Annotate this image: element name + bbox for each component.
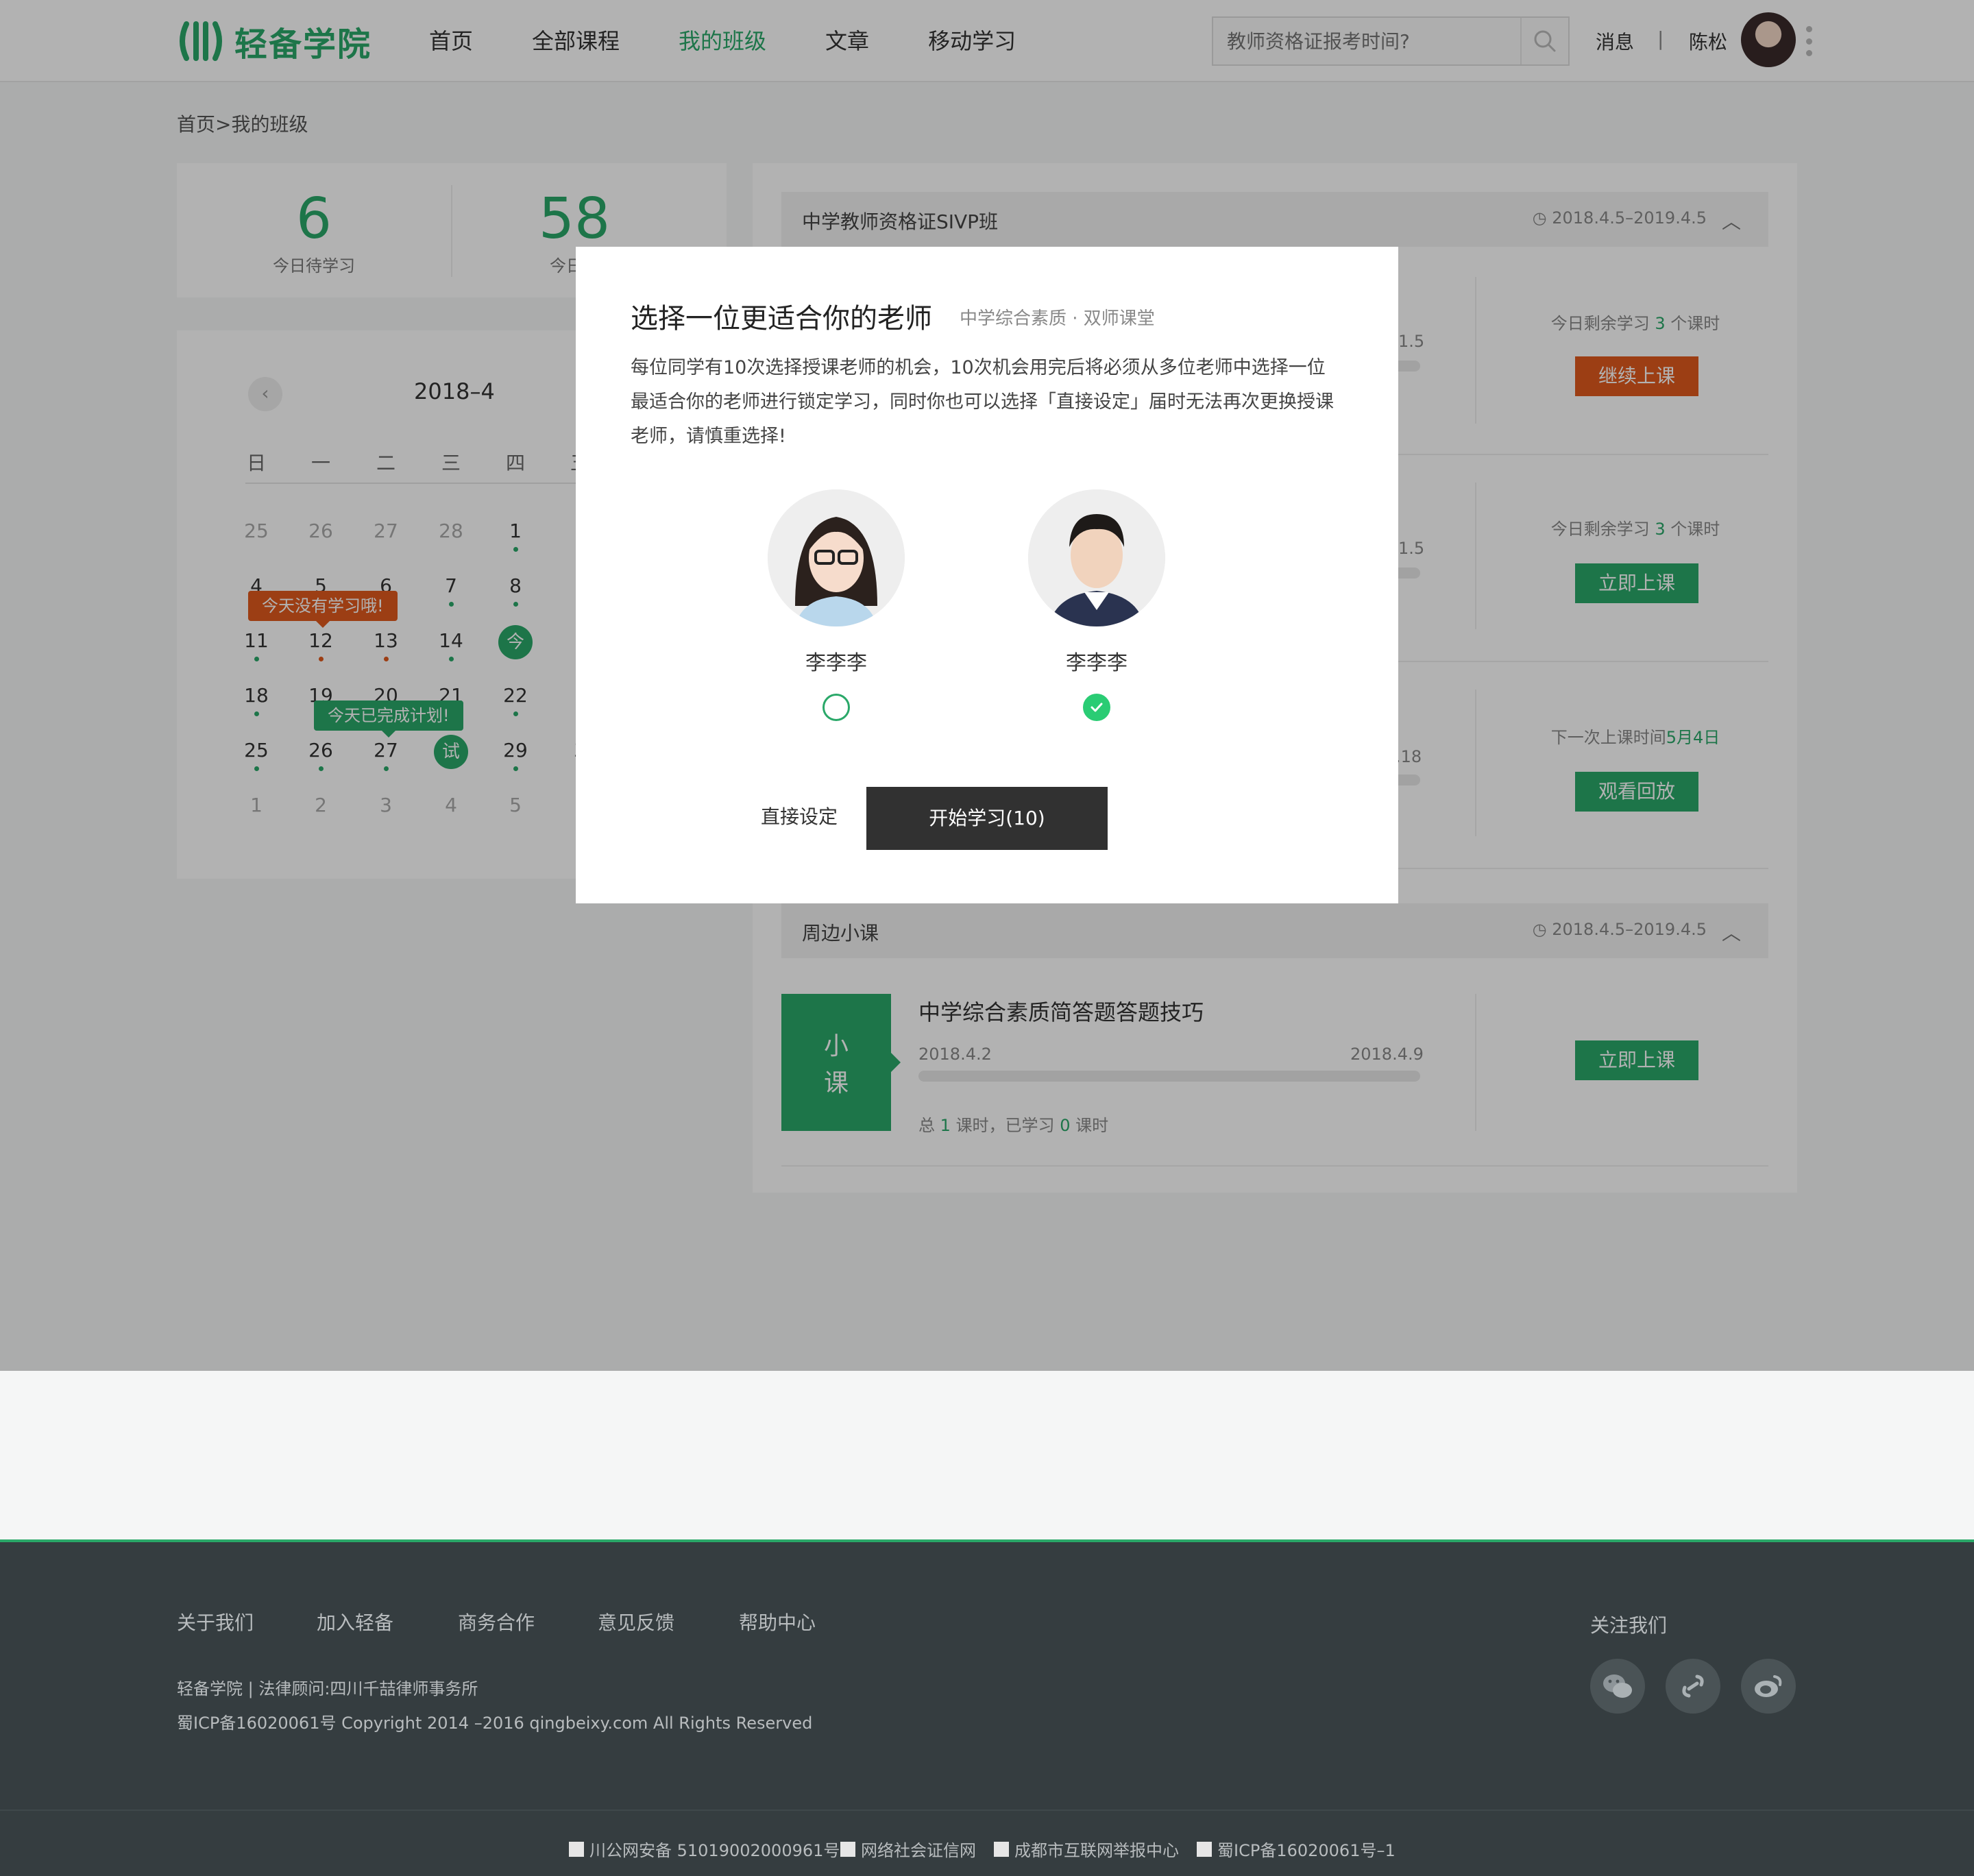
modal-subtitle: 中学综合素质 · 双师课堂: [960, 308, 1155, 329]
footer-link-help[interactable]: 帮助中心: [739, 1608, 816, 1635]
badge-icon: [840, 1841, 855, 1857]
modal-title: 选择一位更适合你的老师: [631, 303, 932, 334]
footer-badge[interactable]: 蜀ICP备16020061号–1: [1197, 1837, 1396, 1861]
badge-icon: [569, 1841, 584, 1857]
badge-label: 川公网安备 51019002000961号: [589, 1841, 840, 1860]
footer-link-business[interactable]: 商务合作: [458, 1608, 535, 1635]
teacher-name: 李李李: [805, 651, 867, 675]
link-icon[interactable]: [1666, 1659, 1720, 1714]
badge-icon: [994, 1841, 1009, 1857]
footer-badge[interactable]: 川公网安备 51019002000961号: [569, 1837, 840, 1861]
footer-legal: 轻备学院 | 法律顾问:四川千喆律师事务所: [177, 1679, 478, 1698]
footer-badge[interactable]: 成都市互联网举报中心: [994, 1837, 1179, 1861]
footer-divider: [0, 1810, 1974, 1811]
footer-link-about[interactable]: 关于我们: [177, 1608, 254, 1635]
weibo-icon[interactable]: [1741, 1659, 1796, 1714]
footer-copyright: 蜀ICP备16020061号 Copyright 2014 –2016 qing…: [177, 1714, 813, 1733]
start-learning-button[interactable]: 开始学习(10): [866, 787, 1108, 850]
modal-description: 每位同学有10次选择授课老师的机会，10次机会用完后将必须从多位老师中选择一位最…: [631, 357, 1334, 447]
teacher-avatar: [768, 489, 905, 626]
footer-link-join[interactable]: 加入轻备: [317, 1608, 393, 1635]
badge-label: 成都市互联网举报中心: [1014, 1841, 1179, 1860]
choose-teacher-modal: 选择一位更适合你的老师 中学综合素质 · 双师课堂 每位同学有10次选择授课老师…: [576, 247, 1398, 903]
checkmark-icon: [1090, 703, 1103, 712]
badge-icon: [1197, 1841, 1212, 1857]
follow-us-label: 关注我们: [1590, 1614, 1668, 1637]
teacher-name: 李李李: [1066, 651, 1128, 675]
footer-link-feedback[interactable]: 意见反馈: [598, 1608, 674, 1635]
teacher-option-1[interactable]: 李李李: [761, 489, 912, 721]
direct-set-button[interactable]: 直接设定: [761, 802, 838, 829]
badge-label: 蜀ICP备16020061号–1: [1217, 1841, 1396, 1860]
badge-label: 网络社会证信网: [861, 1841, 976, 1860]
teacher-option-2[interactable]: 李李李: [1021, 489, 1172, 721]
teacher-radio[interactable]: [822, 694, 850, 721]
wechat-icon[interactable]: [1590, 1659, 1645, 1714]
teacher-radio-selected[interactable]: [1083, 694, 1110, 721]
teacher-avatar: [1028, 489, 1165, 626]
footer-badge[interactable]: 网络社会证信网: [840, 1837, 976, 1861]
